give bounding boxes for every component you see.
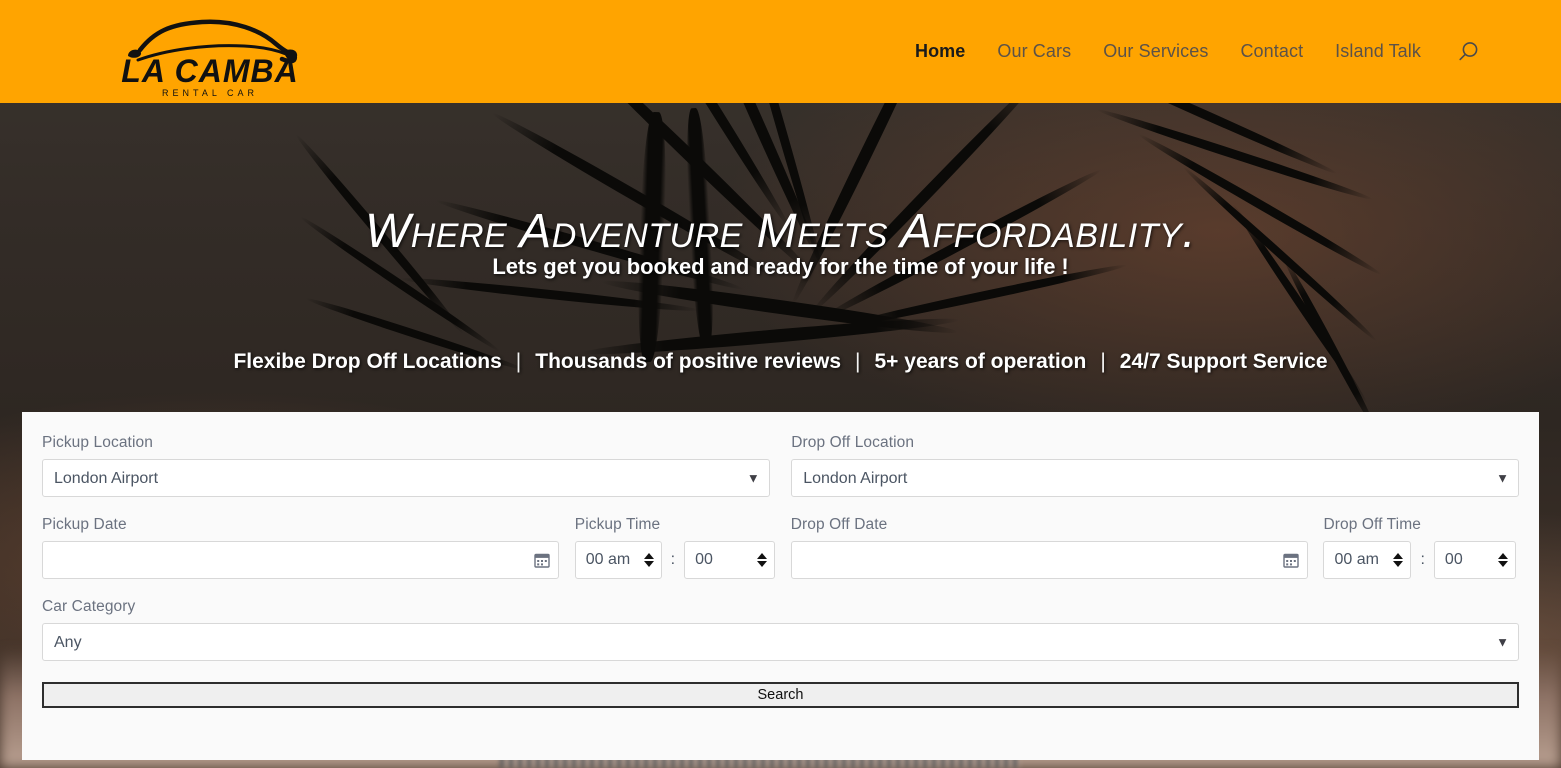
location-row: Pickup Location London Airport ▼ Drop Of… <box>42 434 1519 497</box>
feature-item-3: 24/7 Support Service <box>1119 350 1328 373</box>
pickup-time-minute-stepper[interactable]: 00 <box>684 541 775 579</box>
main-navigation: Home Our Cars Our Services Contact Islan… <box>899 0 1481 103</box>
feature-separator: | <box>1100 350 1106 373</box>
car-category-select[interactable]: Any <box>42 623 1519 661</box>
dropoff-location-label: Drop Off Location <box>791 434 915 451</box>
booking-search-form: Pickup Location London Airport ▼ Drop Of… <box>22 412 1539 760</box>
page-root: LA CAMBA RENTAL CAR Home Our Cars Our Se… <box>0 0 1561 768</box>
svg-text:RENTAL CAR: RENTAL CAR <box>162 88 258 98</box>
dropoff-time-minute-stepper[interactable]: 00 <box>1433 541 1516 579</box>
pickup-location-select[interactable]: London Airport <box>42 459 770 497</box>
car-category-select-wrap: Any ▼ <box>42 623 1519 661</box>
hero-feature-bar: Flexibe Drop Off Locations | Thousands o… <box>0 350 1561 374</box>
nav-item-our-services[interactable]: Our Services <box>1087 41 1224 62</box>
dropoff-time-group: 00 am : 00 <box>1323 541 1519 579</box>
stepper-arrows-icon[interactable] <box>643 553 654 567</box>
pickup-time-minute-value: 00 <box>695 551 713 568</box>
feature-item-0: Flexibe Drop Off Locations <box>233 350 502 373</box>
svg-text:LA CAMBA: LA CAMBA <box>121 53 298 89</box>
car-category-label: Car Category <box>42 598 136 615</box>
search-icon[interactable] <box>1455 39 1481 65</box>
feature-separator: | <box>515 350 522 373</box>
pickup-location-select-wrap: London Airport ▼ <box>42 459 770 497</box>
search-button[interactable]: Search <box>42 682 1519 708</box>
dropoff-location-select-wrap: London Airport ▼ <box>791 459 1519 497</box>
hero-subtitle: Lets get you booked and ready for the ti… <box>492 254 1069 279</box>
pickup-date-label: Pickup Date <box>42 516 127 533</box>
time-separator: : <box>670 551 676 568</box>
dropoff-date-wrap <box>790 541 1308 579</box>
pickup-time-label: Pickup Time <box>574 516 661 533</box>
pickup-time-group: 00 am : 00 <box>574 541 775 579</box>
car-category-row: Car Category Any ▼ <box>42 598 1519 661</box>
pickup-date-wrap <box>42 541 559 579</box>
nav-item-home[interactable]: Home <box>899 41 981 62</box>
dropoff-time-minute-value: 00 <box>1444 551 1463 568</box>
date-time-row: Pickup Date Pickup Time 00 am: 00 Drop … <box>42 516 1519 579</box>
stepper-arrows-icon[interactable] <box>756 553 767 567</box>
site-header: LA CAMBA RENTAL CAR Home Our Cars Our Se… <box>0 0 1561 103</box>
pickup-location-label: Pickup Location <box>42 434 153 451</box>
dropoff-time-hour-stepper[interactable]: 00 am <box>1323 541 1412 579</box>
pickup-time-hour-value: 00 am <box>585 551 631 568</box>
dropoff-time-hour-value: 00 am <box>1334 551 1379 568</box>
nav-item-island-talk[interactable]: Island Talk <box>1319 41 1437 62</box>
dropoff-location-select[interactable]: London Airport <box>791 459 1519 497</box>
feature-item-1: Thousands of positive reviews <box>535 350 842 373</box>
dropoff-date-label: Drop Off Date <box>790 516 888 533</box>
dropoff-date-input[interactable] <box>790 541 1308 579</box>
brand-logo[interactable]: LA CAMBA RENTAL CAR <box>110 4 310 100</box>
time-separator: : <box>1420 551 1425 568</box>
feature-item-2: 5+ years of operation <box>874 350 1087 373</box>
pickup-time-hour-stepper[interactable]: 00 am <box>574 541 662 579</box>
stepper-arrows-icon[interactable] <box>1393 553 1404 567</box>
feature-separator: | <box>855 350 861 373</box>
search-button-row: Search <box>42 682 1519 708</box>
pickup-date-input[interactable] <box>42 541 559 579</box>
hero-title: Where Adventure Meets Affordability. <box>364 205 1197 258</box>
stepper-arrows-icon[interactable] <box>1497 553 1508 567</box>
dropoff-time-label: Drop Off Time <box>1323 516 1421 533</box>
nav-item-contact[interactable]: Contact <box>1224 41 1319 62</box>
nav-item-our-cars[interactable]: Our Cars <box>981 41 1087 62</box>
